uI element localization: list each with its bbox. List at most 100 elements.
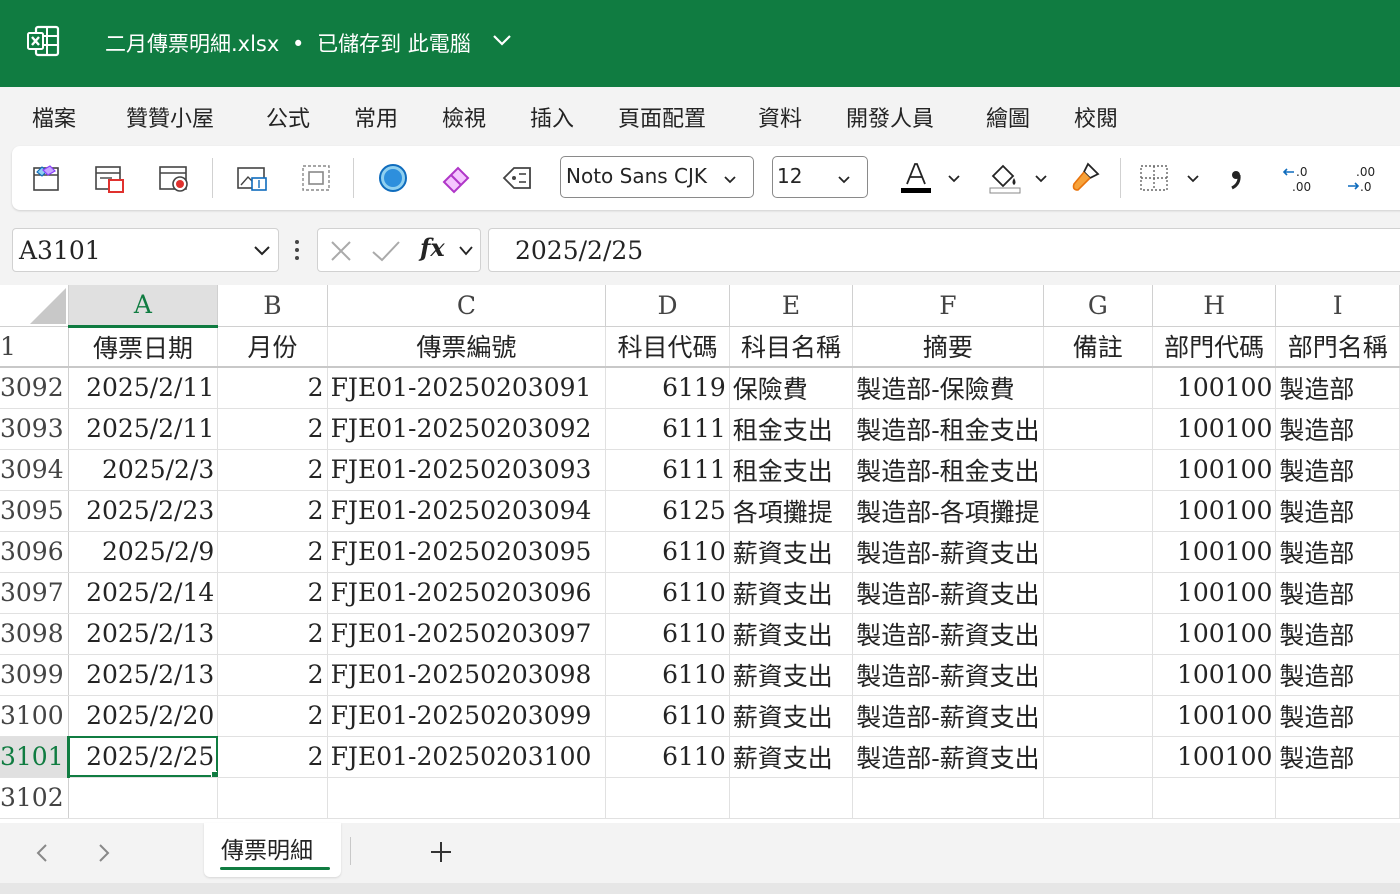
header-cell[interactable]: 備註	[1043, 326, 1153, 368]
account-code-cell[interactable]: 6111	[605, 408, 730, 450]
date-cell[interactable]: 2025/2/11	[68, 367, 219, 409]
voucher-number-cell[interactable]: FJE01-20250203094	[327, 490, 607, 532]
name-box[interactable]: A3101	[12, 228, 279, 272]
row-header[interactable]: 3094	[0, 449, 69, 491]
date-cell[interactable]: 2025/2/20	[68, 695, 219, 737]
insert-picture-icon[interactable]	[234, 160, 270, 196]
header-cell[interactable]: 部門代碼	[1152, 326, 1277, 368]
summary-cell[interactable]: 製造部-薪資支出	[852, 654, 1044, 696]
note-cell[interactable]	[1043, 613, 1153, 655]
account-name-cell[interactable]: 保險費	[729, 367, 854, 409]
dept-code-cell[interactable]: 100100	[1152, 449, 1277, 491]
summary-cell[interactable]: 製造部-薪資支出	[852, 572, 1044, 614]
comma-style-icon[interactable]	[1218, 160, 1254, 196]
note-cell[interactable]	[1043, 449, 1153, 491]
chevron-down-icon[interactable]	[492, 33, 512, 47]
empty-cell[interactable]	[1275, 777, 1400, 819]
summary-cell[interactable]: 製造部-租金支出	[852, 449, 1044, 491]
month-cell[interactable]: 2	[217, 572, 328, 614]
voucher-number-cell[interactable]: FJE01-20250203100	[327, 736, 607, 778]
menu-file[interactable]: 檔案	[32, 101, 76, 133]
column-header-c[interactable]: C	[327, 285, 607, 327]
chevron-down-icon[interactable]	[458, 245, 474, 257]
account-name-cell[interactable]: 薪資支出	[729, 654, 854, 696]
dept-code-cell[interactable]: 100100	[1152, 408, 1277, 450]
column-header-h[interactable]: H	[1152, 285, 1277, 327]
summary-cell[interactable]: 製造部-保險費	[852, 367, 1044, 409]
eraser-icon[interactable]	[438, 160, 474, 196]
voucher-number-cell[interactable]: FJE01-20250203095	[327, 531, 607, 573]
row-header[interactable]: 3095	[0, 490, 69, 532]
account-name-cell[interactable]: 各項攤提	[729, 490, 854, 532]
note-cell[interactable]	[1043, 408, 1153, 450]
column-header-g[interactable]: G	[1043, 285, 1153, 327]
document-title[interactable]: 二月傳票明細.xlsx • 已儲存到 此電腦	[105, 28, 471, 58]
chevron-left-icon[interactable]	[32, 841, 52, 865]
chevron-down-icon[interactable]	[1186, 174, 1200, 184]
note-cell[interactable]	[1043, 572, 1153, 614]
date-cell[interactable]: 2025/2/14	[68, 572, 219, 614]
month-cell[interactable]: 2	[217, 736, 328, 778]
account-name-cell[interactable]: 薪資支出	[729, 736, 854, 778]
column-header-f[interactable]: F	[852, 285, 1044, 327]
row-header[interactable]: 3096	[0, 531, 69, 573]
account-name-cell[interactable]: 租金支出	[729, 449, 854, 491]
menu-data[interactable]: 資料	[758, 101, 802, 133]
dept-code-cell[interactable]: 100100	[1152, 490, 1277, 532]
account-code-cell[interactable]: 6110	[605, 736, 730, 778]
row-header[interactable]: 3097	[0, 572, 69, 614]
header-cell[interactable]: 月份	[217, 326, 328, 368]
row-header[interactable]: 3100	[0, 695, 69, 737]
account-code-cell[interactable]: 6110	[605, 572, 730, 614]
note-cell[interactable]	[1043, 654, 1153, 696]
empty-cell[interactable]	[217, 777, 328, 819]
dept-name-cell[interactable]: 製造部	[1275, 613, 1400, 655]
dept-name-cell[interactable]: 製造部	[1275, 408, 1400, 450]
dept-name-cell[interactable]: 製造部	[1275, 572, 1400, 614]
note-cell[interactable]	[1043, 695, 1153, 737]
empty-cell[interactable]	[327, 777, 607, 819]
column-header-d[interactable]: D	[605, 285, 730, 327]
voucher-number-cell[interactable]: FJE01-20250203097	[327, 613, 607, 655]
header-cell[interactable]: 傳票日期	[68, 326, 219, 368]
date-cell[interactable]: 2025/2/23	[68, 490, 219, 532]
font-size-select[interactable]: 12	[772, 156, 868, 198]
summary-cell[interactable]: 製造部-薪資支出	[852, 613, 1044, 655]
note-cell[interactable]	[1043, 490, 1153, 532]
dept-name-cell[interactable]: 製造部	[1275, 531, 1400, 573]
select-all-corner[interactable]	[0, 285, 69, 327]
sheet-tab-active[interactable]: 傳票明細	[204, 823, 341, 877]
menu-formulas[interactable]: 公式	[266, 101, 310, 133]
row-header[interactable]: 3102	[0, 777, 69, 819]
voucher-number-cell[interactable]: FJE01-20250203096	[327, 572, 607, 614]
dept-code-cell[interactable]: 100100	[1152, 531, 1277, 573]
row-header[interactable]: 3098	[0, 613, 69, 655]
voucher-number-cell[interactable]: FJE01-20250203098	[327, 654, 607, 696]
dept-name-cell[interactable]: 製造部	[1275, 367, 1400, 409]
voucher-number-cell[interactable]: FJE01-20250203093	[327, 449, 607, 491]
menu-insert[interactable]: 插入	[530, 101, 574, 133]
date-cell[interactable]: 2025/2/13	[68, 613, 219, 655]
row-header[interactable]: 3093	[0, 408, 69, 450]
dept-code-cell[interactable]: 100100	[1152, 654, 1277, 696]
date-cell[interactable]: 2025/2/25	[68, 736, 219, 778]
month-cell[interactable]: 2	[217, 695, 328, 737]
empty-cell[interactable]	[729, 777, 854, 819]
empty-cell[interactable]	[68, 777, 219, 819]
formula-input[interactable]: 2025/2/25	[488, 228, 1400, 272]
menu-view[interactable]: 檢視	[442, 101, 486, 133]
more-options-icon[interactable]	[293, 238, 301, 262]
account-code-cell[interactable]: 6111	[605, 449, 730, 491]
date-cell[interactable]: 2025/2/3	[68, 449, 219, 491]
empty-cell[interactable]	[1152, 777, 1277, 819]
decrease-decimal-icon[interactable]: .0 .00	[1280, 160, 1316, 196]
account-name-cell[interactable]: 薪資支出	[729, 531, 854, 573]
month-cell[interactable]: 2	[217, 367, 328, 409]
fill-color-icon[interactable]	[987, 160, 1023, 196]
header-cell[interactable]: 摘要	[852, 326, 1044, 368]
dept-name-cell[interactable]: 製造部	[1275, 695, 1400, 737]
menu-review[interactable]: 校閱	[1074, 101, 1118, 133]
header-cell[interactable]: 科目代碼	[605, 326, 730, 368]
dept-name-cell[interactable]: 製造部	[1275, 736, 1400, 778]
summary-cell[interactable]: 製造部-租金支出	[852, 408, 1044, 450]
